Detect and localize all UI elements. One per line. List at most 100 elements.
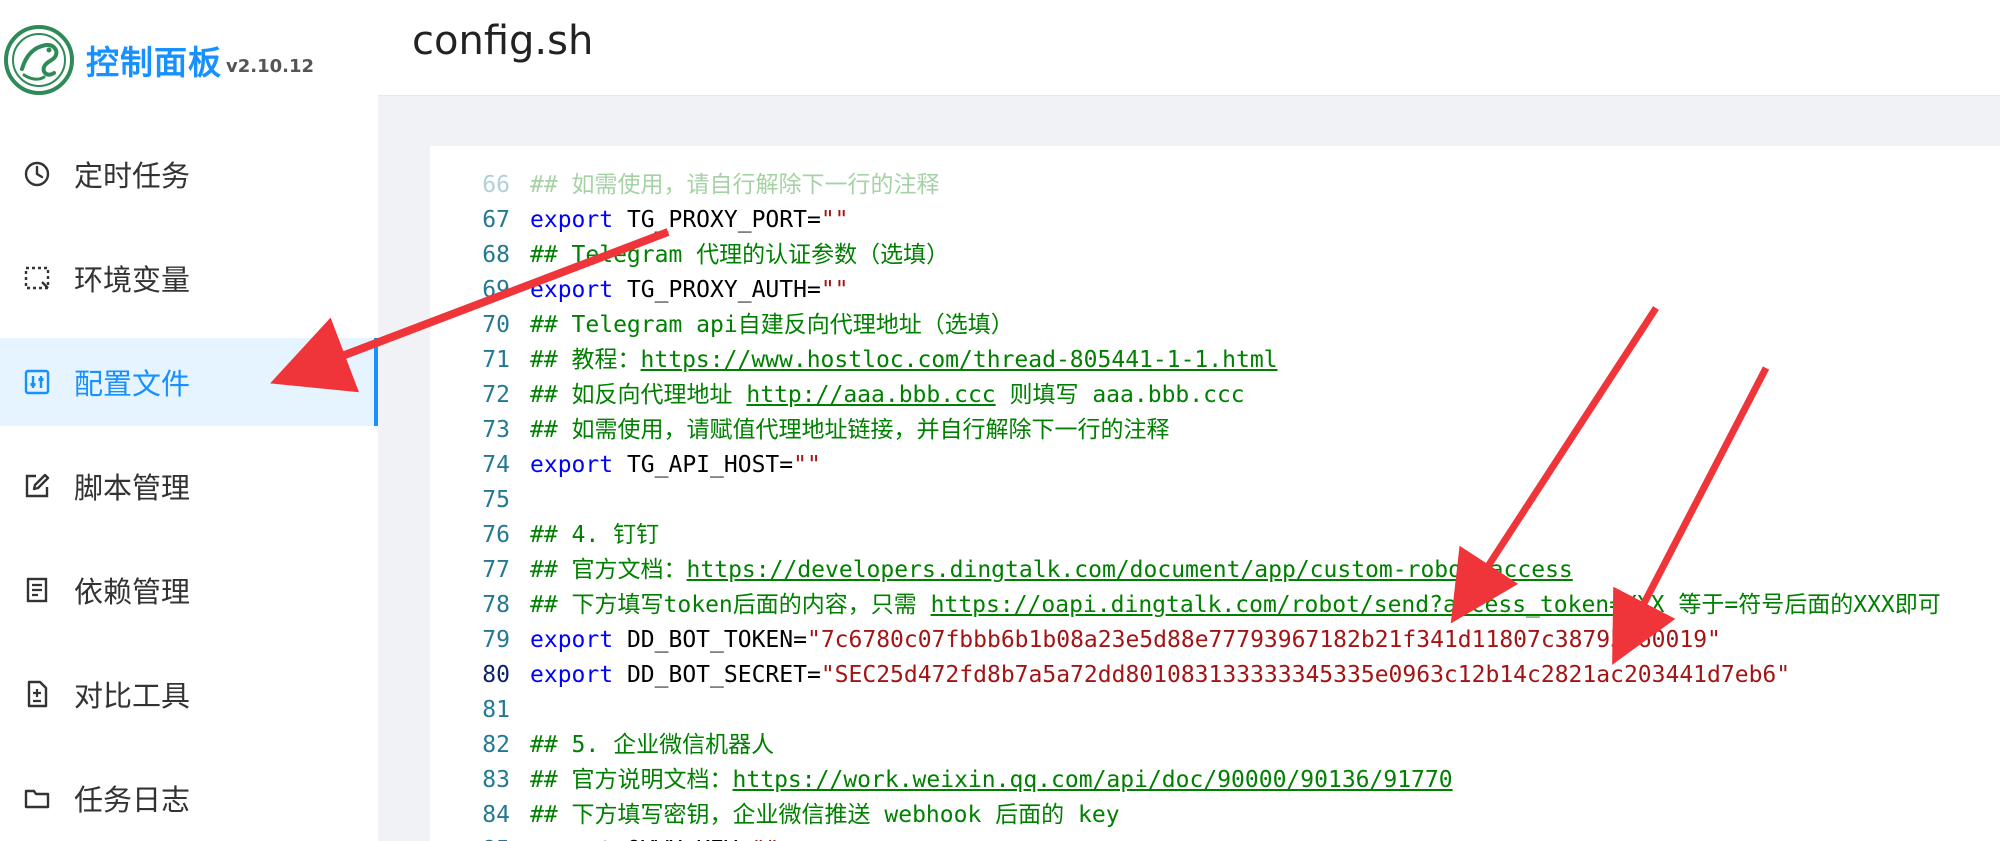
code-line[interactable]: 69 export TG_PROXY_AUTH="" [430,273,2000,308]
code-token: "7c6780c07fbbb6b1b08a23e5d88e77793967182… [806,627,1721,653]
code-token: TG_PROXY_PORT= [613,207,821,233]
code-line[interactable]: 78 ## 下方填写token后面的内容，只需 https://oapi.ding… [430,588,2000,623]
sidebar-item-label: 环境变量 [74,263,191,297]
sidebar: 控制面板 v2.10.12 定时任务 环境变量 配置文件 脚本管理 依赖管理 对… [0,0,378,841]
code-token: QYWX_KEY= [613,837,752,841]
code-token: ## 如需使用，请自行解除下一行的注释 [530,172,940,198]
line-number: 84 [482,802,510,828]
code-lines: 66 ## 如需使用，请自行解除下一行的注释 67 export TG_PROXY_P… [430,168,2000,841]
code-line[interactable]: 79 export DD_BOT_TOKEN="7c6780c07fbbb6b1b… [430,623,2000,658]
code-token: 等于=符号后面的XXX即可 [1664,592,1941,618]
code-token: "" [820,277,849,303]
line-code: ## 5. 企业微信机器人 [530,728,774,763]
code-line[interactable]: 76 ## 4. 钉钉 [430,518,2000,553]
book-icon [22,575,52,605]
line-code: export DD_BOT_SECRET="SEC25d472fd8b7a5a7… [530,658,1790,693]
code-token: "" [793,452,821,478]
code-link[interactable]: https://oapi.dingtalk.com/robot/send?acc… [931,592,1665,618]
sidebar-item-label: 依赖管理 [74,575,191,609]
logo-row[interactable]: 控制面板 v2.10.12 [4,24,314,96]
code-line[interactable]: 77 ## 官方文档：https://developers.dingtalk.co… [430,553,2000,588]
line-number: 79 [482,627,510,653]
code-token: "" [752,837,780,841]
code-line[interactable]: 81 [430,693,2000,728]
line-code: ## 如反向代理地址 http://aaa.bbb.ccc 则填写 aaa.bb… [530,378,1245,413]
code-link[interactable]: http://aaa.bbb.ccc [746,382,995,408]
code-line[interactable]: 82 ## 5. 企业微信机器人 [430,728,2000,763]
line-number: 70 [482,312,510,338]
sidebar-item-config-files[interactable]: 配置文件 [0,338,378,426]
line-number: 72 [482,382,510,408]
code-link[interactable]: https://www.hostloc.com/thread-805441-1-… [641,347,1278,373]
sidebar-item-diff-tool[interactable]: 对比工具 [0,650,378,738]
code-token: TG_PROXY_AUTH= [613,277,821,303]
sidebar-item-label: 配置文件 [74,367,191,401]
code-token: export [530,837,613,841]
line-code: export TG_API_HOST="" [530,448,821,483]
code-line[interactable]: 70 ## Telegram api自建反向代理地址（选填） [430,308,2000,343]
app-title: 控制面板 [86,43,222,82]
code-token: ## 5. 企业微信机器人 [530,732,775,758]
code-token: 则填写 aaa.bbb.ccc [995,382,1245,408]
code-link[interactable]: https://developers.dingtalk.com/document… [687,557,1573,583]
code-line[interactable]: 85 export QYWX_KEY="" [430,833,2000,841]
line-code: export TG_PROXY_AUTH="" [530,273,849,308]
code-line[interactable]: 80 export DD_BOT_SECRET="SEC25d472fd8b7a5… [430,658,2000,693]
line-code: export QYWX_KEY="" [530,833,779,841]
code-token: export [530,452,614,478]
line-number: 75 [482,487,510,513]
line-number: 77 [482,557,510,583]
code-line[interactable]: 83 ## 官方说明文档：https://work.weixin.qq.com/a… [430,763,2000,798]
line-number: 78 [482,592,510,618]
sidebar-menu: 定时任务 环境变量 配置文件 脚本管理 依赖管理 对比工具 任务日志 [0,130,378,841]
line-number: 83 [482,767,510,793]
code-token: export [530,207,614,233]
line-number: 76 [482,522,510,548]
code-token: TG_API_HOST= [613,452,794,478]
sidebar-item-label: 定时任务 [74,159,191,193]
code-token: export [530,277,614,303]
line-code: ## 官方文档：https://developers.dingtalk.com/… [530,553,1573,588]
line-code: ## 下方填写token后面的内容，只需 https://oapi.dingta… [530,588,1941,623]
sidebar-item-task-logs[interactable]: 任务日志 [0,754,378,841]
code-link[interactable]: https://work.weixin.qq.com/api/doc/90000… [733,767,1453,793]
sidebar-item-script-management[interactable]: 脚本管理 [0,442,378,530]
line-number: 71 [482,347,510,373]
code-line[interactable]: 75 [430,483,2000,518]
sidebar-item-label: 脚本管理 [74,471,191,505]
code-line[interactable]: 74 export TG_API_HOST="" [430,448,2000,483]
code-token: ## 官方说明文档： [530,767,733,793]
line-number: 73 [482,417,510,443]
code-token: DD_BOT_TOKEN= [613,627,807,653]
sidebar-item-label: 任务日志 [74,783,191,817]
diff-icon [22,679,52,709]
code-token: ## 下方填写密钥，企业微信推送 webhook 后面的 key [530,802,1120,828]
line-code: ## 如需使用，请自行解除下一行的注释 [530,168,940,203]
code-line[interactable]: 68 ## Telegram 代理的认证参数（选填） [430,238,2000,273]
app-version: v2.10.12 [226,55,315,77]
code-line[interactable]: 71 ## 教程：https://www.hostloc.com/thread-8… [430,343,2000,378]
sidebar-item-dependency-management[interactable]: 依赖管理 [0,546,378,634]
code-token: ## Telegram api自建反向代理地址（选填） [530,312,1014,338]
code-token: ## 教程： [530,347,641,373]
sidebar-item-label: 对比工具 [74,679,191,713]
code-line[interactable]: 84 ## 下方填写密钥，企业微信推送 webhook 后面的 key [430,798,2000,833]
code-line[interactable]: 73 ## 如需使用，请赋值代理地址链接，并自行解除下一行的注释 [430,413,2000,448]
line-code: ## Telegram api自建反向代理地址（选填） [530,308,1014,343]
code-editor[interactable]: 66 ## 如需使用，请自行解除下一行的注释 67 export TG_PROXY_P… [430,146,2000,841]
sidebar-item-env-vars[interactable]: 环境变量 [0,234,378,322]
code-line[interactable]: 67 export TG_PROXY_PORT="" [430,203,2000,238]
line-number: 67 [482,207,510,233]
line-number: 85 [430,833,510,841]
code-token: ## 如需使用，请赋值代理地址链接，并自行解除下一行的注释 [530,417,1170,443]
code-line[interactable]: 66 ## 如需使用，请自行解除下一行的注释 [430,168,2000,203]
sidebar-item-cron-tasks[interactable]: 定时任务 [0,130,378,218]
line-number: 66 [482,172,510,198]
code-token: ## 官方文档： [530,557,687,583]
code-line[interactable]: 72 ## 如反向代理地址 http://aaa.bbb.ccc 则填写 aaa.… [430,378,2000,413]
page-title: config.sh [412,18,594,64]
line-code: ## 如需使用，请赋值代理地址链接，并自行解除下一行的注释 [530,413,1170,448]
code-token: ## 4. 钉钉 [530,522,660,548]
line-code: ## 下方填写密钥，企业微信推送 webhook 后面的 key [530,798,1120,833]
line-code: ## 4. 钉钉 [530,518,659,553]
